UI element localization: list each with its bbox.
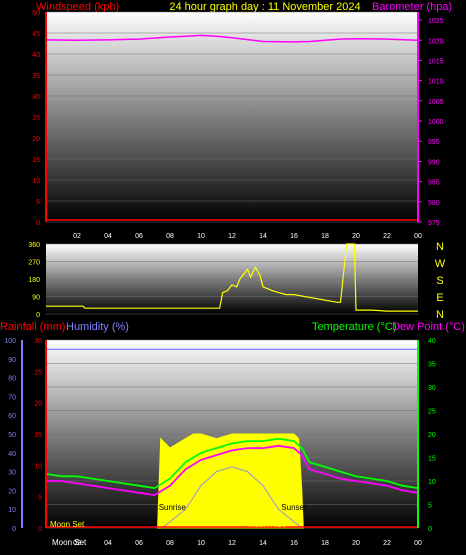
x-tick-label: 06: [135, 540, 143, 547]
wind-tick-label: 35: [32, 73, 40, 80]
x-tick-label: 00: [414, 540, 422, 547]
rain-tick-label: 0: [38, 526, 42, 533]
humidity-tick-label: 100: [4, 338, 16, 345]
x-tick-label: 18: [321, 540, 329, 547]
x-tick-label: 12: [228, 233, 236, 240]
x-tick-label: 00: [414, 233, 422, 240]
moonset-legend-label: Moon Set: [52, 538, 87, 547]
moonrise-marker-label: Moon Rise: [248, 520, 287, 529]
compass-label: N: [436, 241, 444, 253]
baro-tick-label: 990: [428, 159, 440, 166]
x-tick-label: 10: [197, 540, 205, 547]
x-tick-label: 08: [166, 540, 174, 547]
humidity-tick-label: 90: [8, 357, 16, 364]
temperature-tick-label: 15: [428, 456, 436, 463]
rain-tick-label: 25: [34, 369, 42, 376]
rain-tick-label: 10: [34, 463, 42, 470]
humidity-tick-label: 30: [8, 470, 16, 477]
moonset-marker-label: Moon Set: [50, 520, 85, 529]
wind-tick-label: 50: [32, 10, 40, 17]
x-tick-label: 04: [104, 233, 112, 240]
humidity-axis-title: Humidity (%): [66, 321, 129, 333]
sunset-label: Sunset: [281, 503, 307, 512]
x-tick-label: 22: [383, 233, 391, 240]
x-tick-label: 04: [104, 540, 112, 547]
wind-tick-label: 15: [32, 157, 40, 164]
temperature-tick-label: 20: [428, 432, 436, 439]
baro-tick-label: 975: [428, 220, 440, 227]
compass-label: N: [436, 309, 444, 321]
x-tick-label: 18: [321, 233, 329, 240]
wind-tick-label: 5: [36, 199, 40, 206]
dewpoint-axis-title: Dew Point (°C): [392, 321, 465, 333]
baro-tick-label: 985: [428, 180, 440, 187]
temperature-tick-label: 30: [428, 385, 436, 392]
wind-tick-label: 40: [32, 52, 40, 59]
baro-tick-label: 995: [428, 139, 440, 146]
weather-chart: Windspeed (kph) 24 hour graph day : 11 N…: [0, 1, 465, 547]
baro-tick-label: 1010: [428, 79, 444, 86]
wind-tick-label: 45: [32, 31, 40, 38]
baro-tick-label: 1015: [428, 58, 444, 65]
direction-tick-label: 180: [28, 277, 40, 284]
rain-tick-label: 5: [38, 495, 42, 502]
direction-tick-label: 90: [32, 295, 40, 302]
humidity-tick-label: 20: [8, 488, 16, 495]
wind-axis-title: Windspeed (kph): [36, 1, 119, 13]
humidity-tick-label: 60: [8, 413, 16, 420]
baro-axis-title: Barometer (hpa): [372, 1, 452, 13]
x-tick-label: 10: [197, 233, 205, 240]
baro-tick-label: 1005: [428, 99, 444, 106]
x-tick-label: 12: [228, 540, 236, 547]
temperature-tick-label: 5: [428, 503, 432, 510]
x-tick-label: 14: [259, 233, 267, 240]
x-tick-label: 20: [352, 233, 360, 240]
baro-tick-label: 1025: [428, 18, 444, 25]
wind-tick-label: 0: [36, 220, 40, 227]
wind-tick-label: 30: [32, 94, 40, 101]
humidity-tick-label: 10: [8, 507, 16, 514]
humidity-tick-label: 50: [8, 432, 16, 439]
baro-tick-label: 1020: [428, 38, 444, 45]
wind-tick-label: 20: [32, 136, 40, 143]
x-tick-label: 20: [352, 540, 360, 547]
compass-label: W: [435, 258, 446, 270]
humidity-tick-label: 40: [8, 451, 16, 458]
humidity-tick-label: 80: [8, 376, 16, 383]
baro-tick-label: 980: [428, 200, 440, 207]
x-tick-label: 08: [166, 233, 174, 240]
rain-tick-label: 20: [34, 401, 42, 408]
temperature-tick-label: 35: [428, 362, 436, 369]
temperature-tick-label: 40: [428, 338, 436, 345]
wind-tick-label: 10: [32, 178, 40, 185]
sunrise-label: Sunrise: [159, 503, 187, 512]
humidity-tick-label: 0: [12, 526, 16, 533]
temperature-axis-title: Temperature (°C): [312, 321, 396, 333]
x-tick-label: 06: [135, 233, 143, 240]
x-tick-label: 14: [259, 540, 267, 547]
x-tick-label: 02: [73, 233, 81, 240]
direction-tick-label: 360: [28, 242, 40, 249]
compass-label: S: [436, 275, 443, 287]
temperature-tick-label: 25: [428, 409, 436, 416]
rain-axis-title: Rainfall (mm): [0, 321, 65, 333]
rain-tick-label: 30: [34, 338, 42, 345]
compass-label: E: [436, 292, 443, 304]
temperature-tick-label: 10: [428, 479, 436, 486]
x-tick-label: 16: [290, 540, 298, 547]
baro-tick-label: 1000: [428, 119, 444, 126]
chart-title: 24 hour graph day : 11 November 2024: [169, 1, 360, 13]
x-tick-label: 16: [290, 233, 298, 240]
wind-tick-label: 25: [32, 115, 40, 122]
direction-tick-label: 0: [36, 312, 40, 319]
direction-tick-label: 270: [28, 260, 40, 267]
humidity-tick-label: 70: [8, 394, 16, 401]
x-tick-label: 22: [383, 540, 391, 547]
temperature-tick-label: 0: [428, 526, 432, 533]
rain-tick-label: 15: [34, 432, 42, 439]
